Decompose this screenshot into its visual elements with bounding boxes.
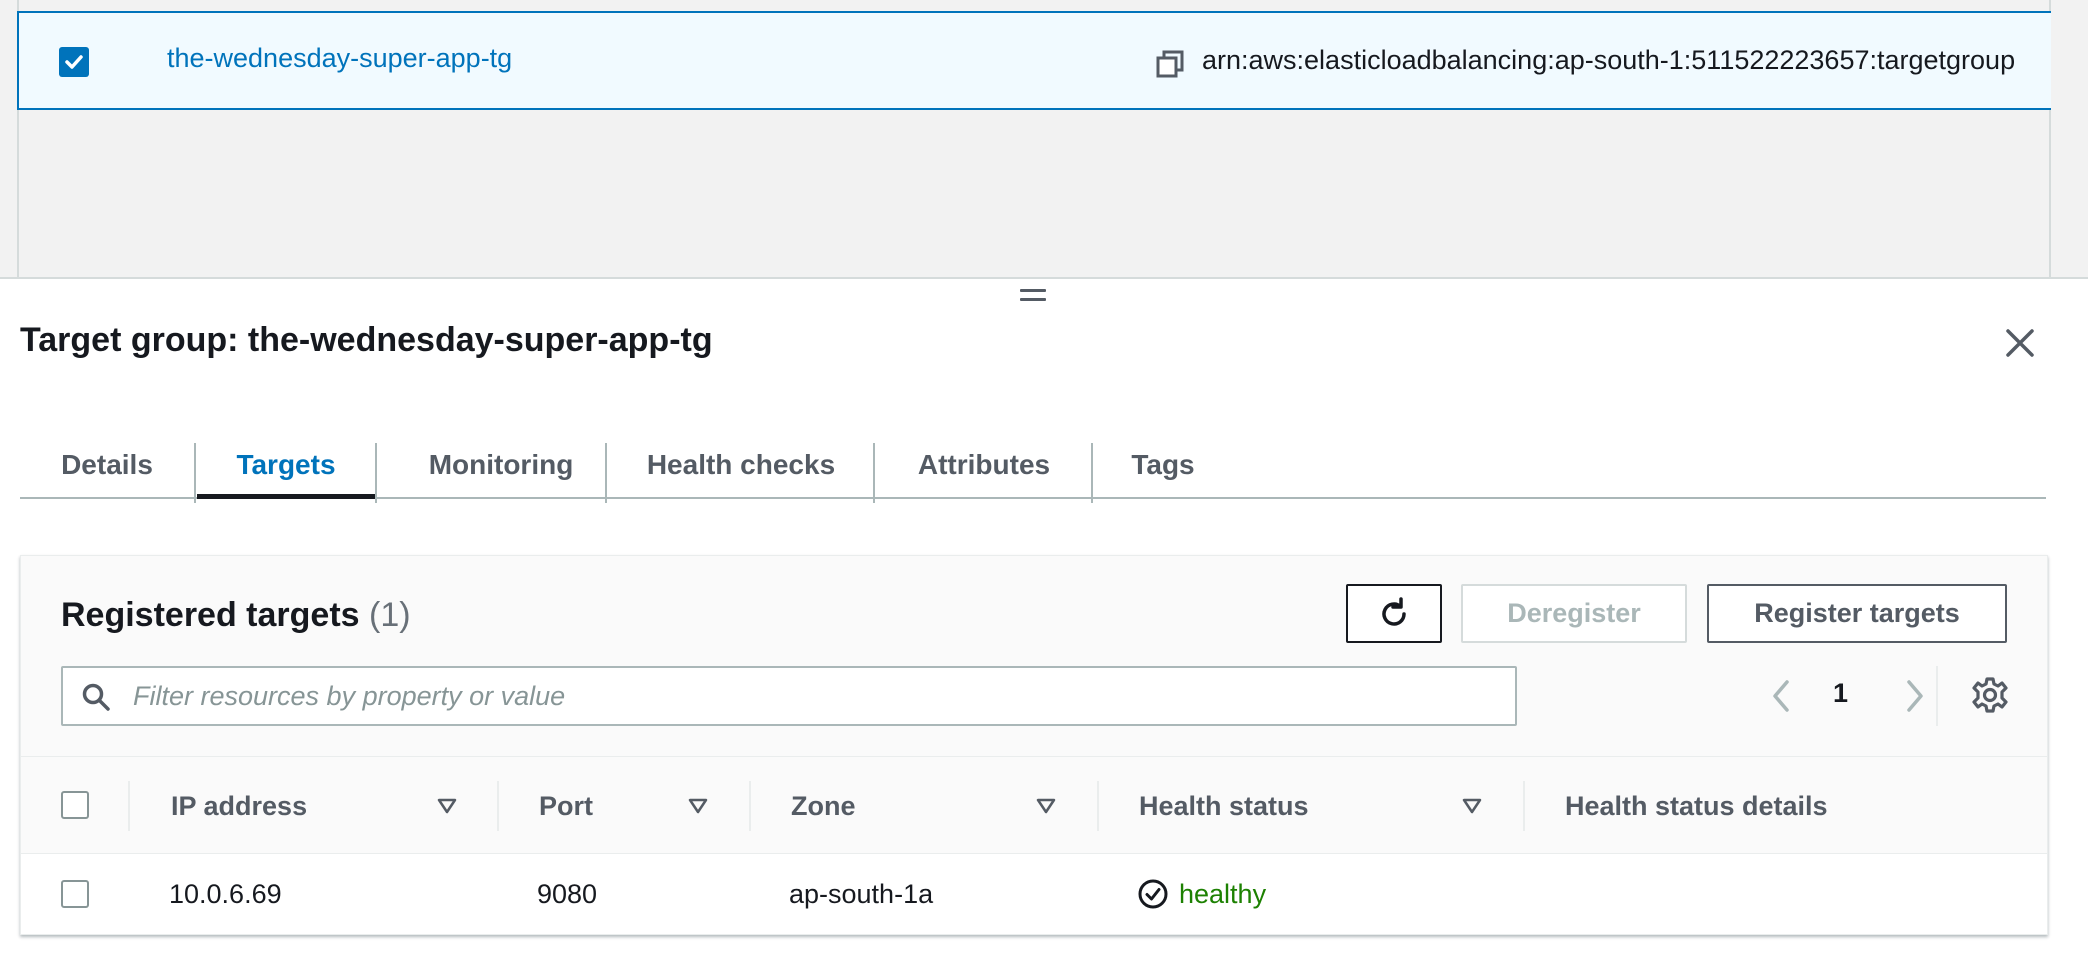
- tab-details[interactable]: Details: [42, 433, 172, 497]
- split-panel: Target group: the-wednesday-super-app-tg…: [0, 277, 2088, 972]
- deregister-button[interactable]: Deregister: [1461, 584, 1687, 643]
- selected-table-row[interactable]: the-wednesday-super-app-tg arn:aws:elast…: [17, 11, 2051, 110]
- resource-list-area: the-wednesday-super-app-tg arn:aws:elast…: [0, 0, 2088, 279]
- search-input[interactable]: [131, 676, 1501, 716]
- column-separator: [497, 781, 499, 831]
- column-header-zone[interactable]: Zone: [791, 757, 856, 855]
- chevron-left-icon[interactable]: [1763, 676, 1799, 716]
- sort-caret-icon[interactable]: [1035, 795, 1057, 817]
- column-separator: [128, 781, 130, 831]
- sort-caret-icon[interactable]: [1461, 795, 1483, 817]
- check-circle-icon: [1138, 879, 1168, 909]
- refresh-icon: [1382, 596, 1406, 626]
- registered-targets-count: (1): [369, 596, 411, 634]
- sort-caret-icon[interactable]: [436, 795, 458, 817]
- cell-ip-address: 10.0.6.69: [169, 878, 282, 909]
- cell-health-status: healthy: [1137, 854, 1266, 934]
- register-targets-button[interactable]: Register targets: [1707, 584, 2007, 643]
- column-separator: [1523, 781, 1525, 831]
- health-status-label: healthy: [1179, 878, 1267, 909]
- split-panel-tabs: Details Targets Monitoring Health checks…: [20, 433, 2046, 503]
- filter-field[interactable]: [61, 666, 1517, 726]
- copy-icon[interactable]: [1155, 49, 1185, 79]
- cell-port: 9080: [537, 878, 598, 909]
- cell-zone: ap-south-1a: [789, 878, 934, 909]
- column-header-health-status[interactable]: Health status: [1139, 757, 1309, 855]
- sort-caret-icon[interactable]: [687, 795, 709, 817]
- row-select-checkbox[interactable]: [59, 47, 89, 77]
- split-panel-title: Target group: the-wednesday-super-app-tg: [20, 321, 713, 359]
- tab-health-checks[interactable]: Health checks: [607, 433, 875, 497]
- select-all-checkbox[interactable]: [61, 791, 89, 819]
- target-group-arn: arn:aws:elasticloadbalancing:ap-south-1:…: [1202, 45, 2016, 75]
- registered-targets-container: Registered targets (1) Deregister Regist…: [20, 555, 2048, 935]
- column-separator: [749, 781, 751, 831]
- column-header-port[interactable]: Port: [539, 757, 593, 855]
- registered-targets-heading: Registered targets (1): [61, 596, 411, 635]
- refresh-button[interactable]: [1346, 584, 1442, 643]
- gear-icon[interactable]: [1971, 676, 2009, 714]
- row-checkbox[interactable]: [61, 880, 89, 908]
- column-separator: [1097, 781, 1099, 831]
- tab-attributes[interactable]: Attributes: [875, 433, 1093, 497]
- tab-monitoring[interactable]: Monitoring: [377, 433, 625, 497]
- split-panel-resize-handle[interactable]: [1020, 289, 1046, 305]
- close-icon[interactable]: [2000, 323, 2040, 363]
- target-group-name-link[interactable]: the-wednesday-super-app-tg: [167, 43, 512, 74]
- tab-tags[interactable]: Tags: [1093, 433, 1233, 497]
- tab-targets[interactable]: Targets: [197, 433, 375, 499]
- search-icon: [81, 682, 111, 717]
- checkmark-icon: [65, 55, 83, 69]
- column-header-health-status-details[interactable]: Health status details: [1565, 757, 1828, 855]
- column-header-ip-address[interactable]: IP address: [171, 757, 307, 855]
- registered-targets-title: Registered targets: [61, 596, 360, 634]
- table-row[interactable]: 10.0.6.69 9080 ap-south-1a healthy: [21, 854, 2047, 936]
- pagination-current-page[interactable]: 1: [1833, 678, 1848, 709]
- table-header: IP address Port Zone Health status Healt…: [21, 756, 2047, 854]
- chevron-right-icon[interactable]: [1897, 676, 1933, 716]
- tab-separator: [194, 443, 196, 503]
- pagination-separator: [1936, 666, 1938, 726]
